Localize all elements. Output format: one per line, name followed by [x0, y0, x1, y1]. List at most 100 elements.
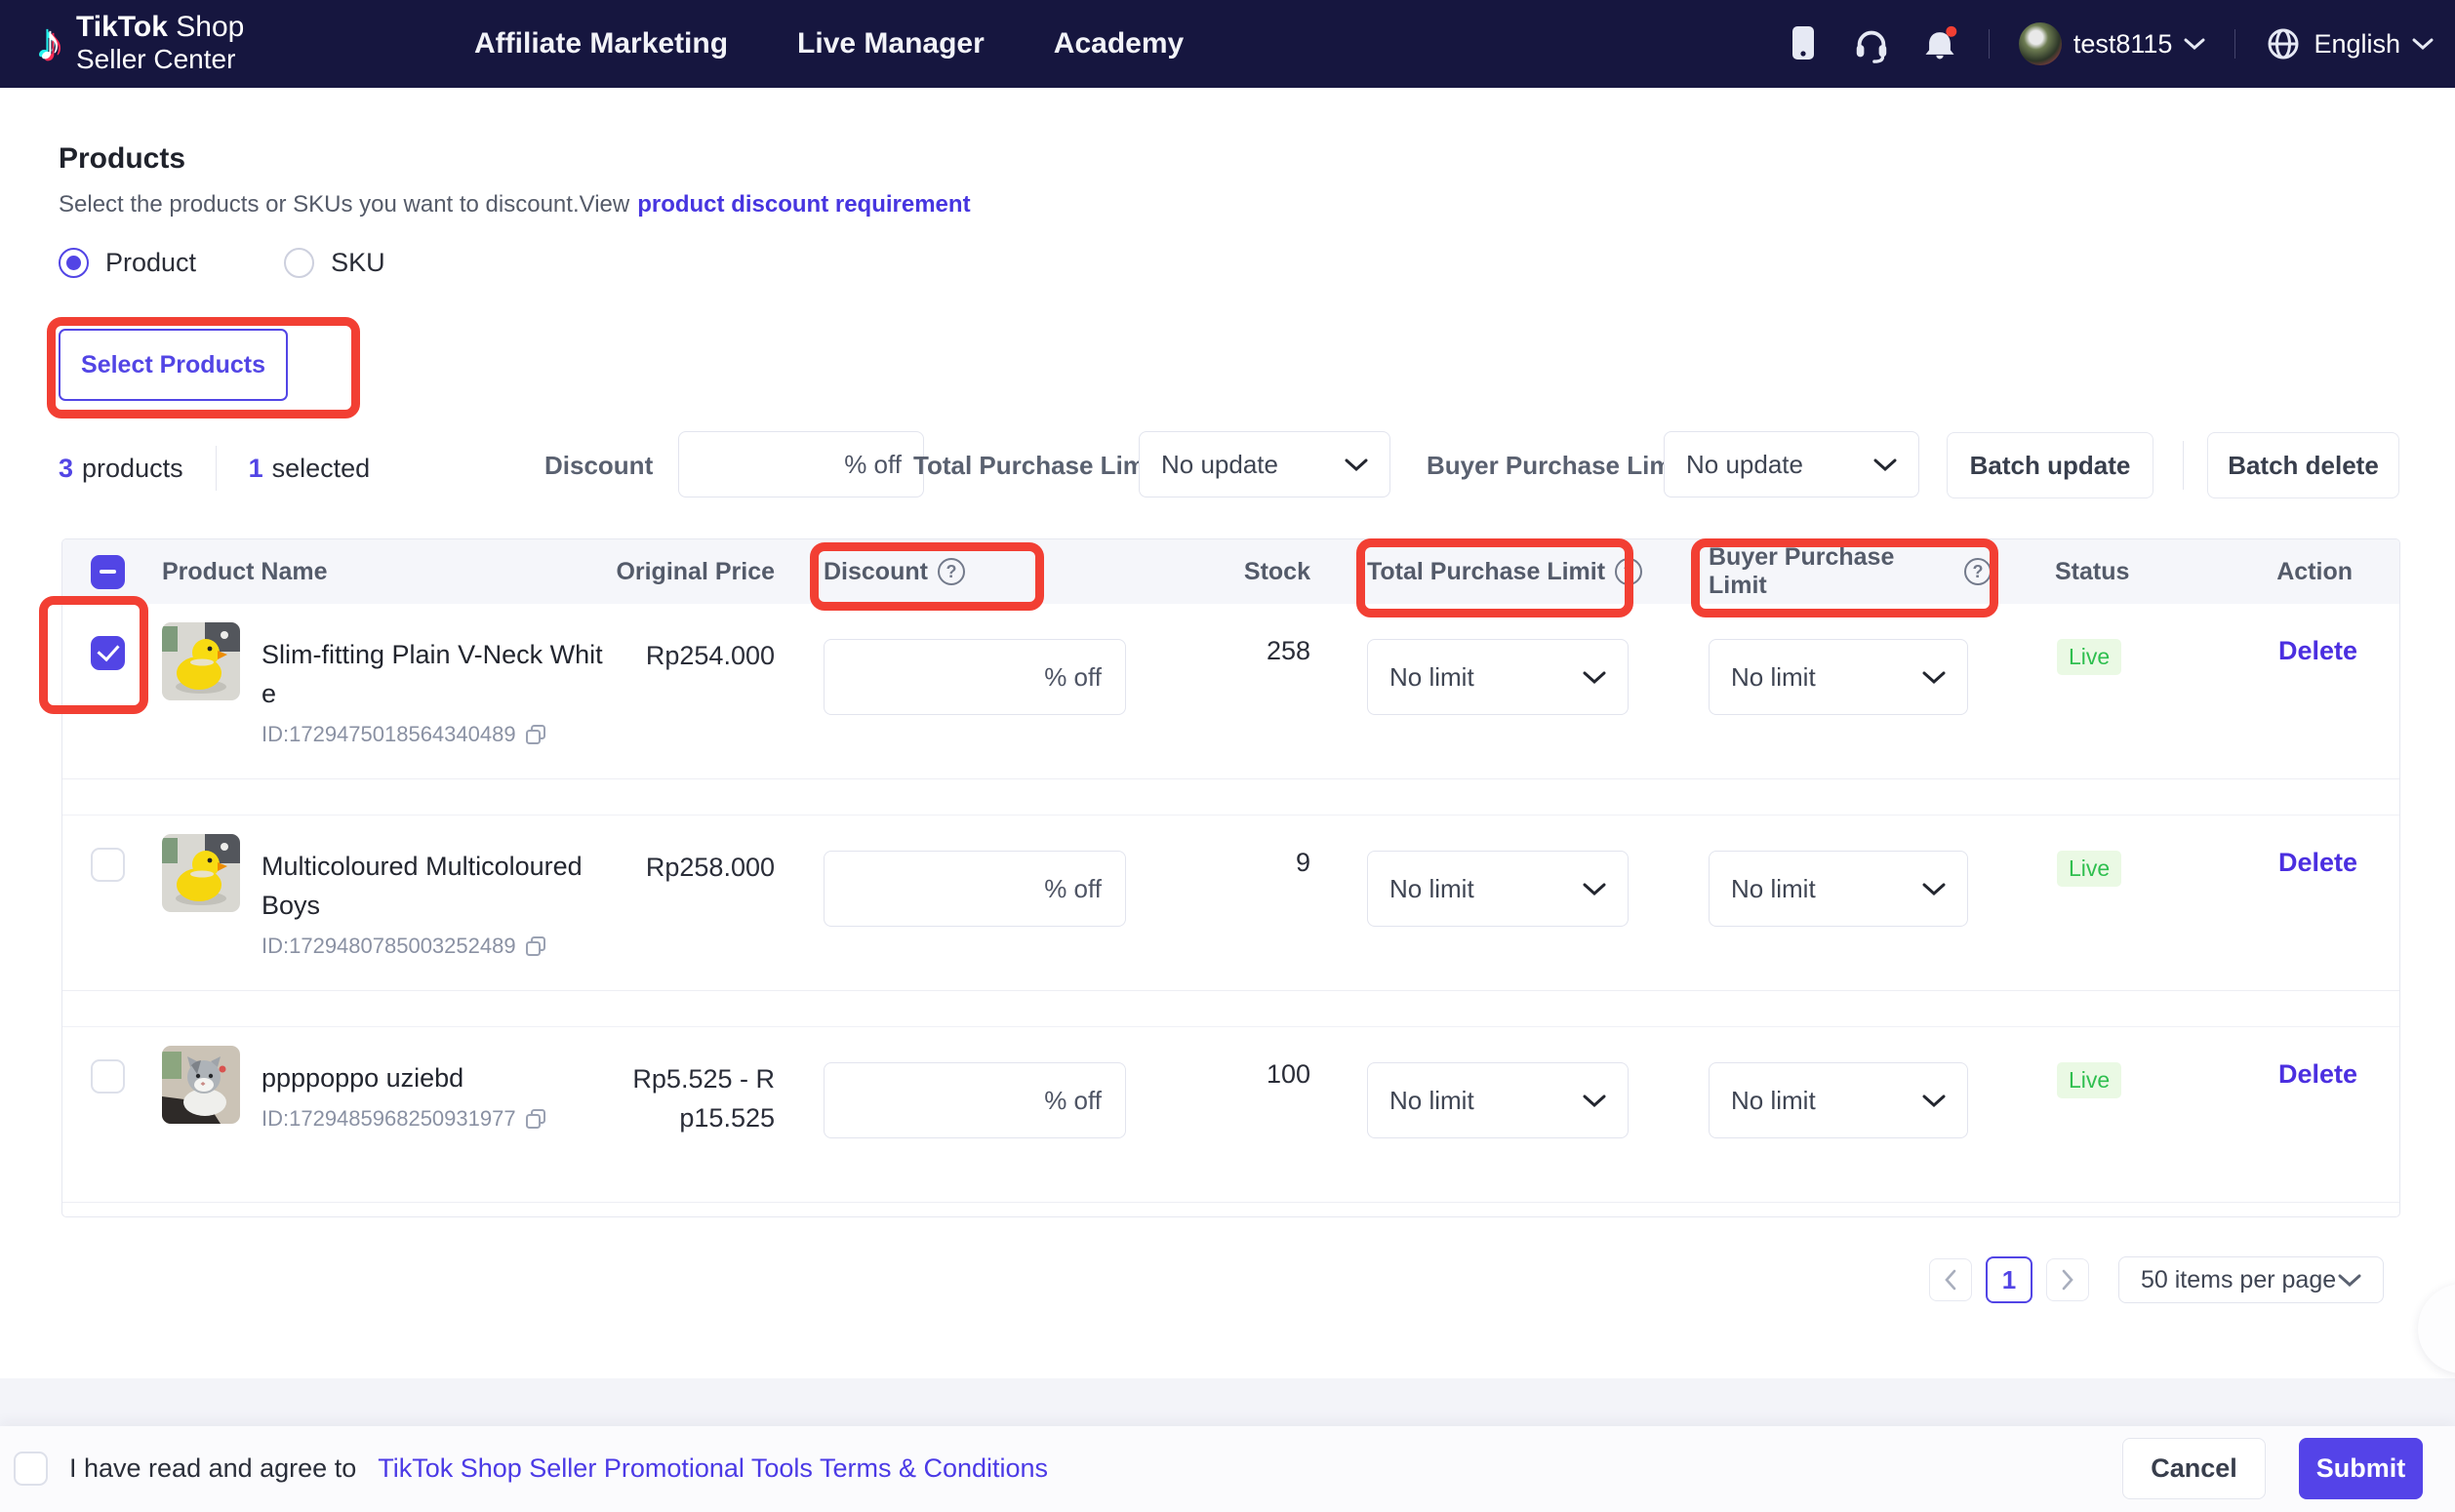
- header-total-purchase-limit-label: Total Purchase Limit: [1367, 558, 1605, 586]
- action-cell: Delete: [2177, 1046, 2400, 1090]
- action-cell: Delete: [2177, 834, 2400, 878]
- copy-icon[interactable]: [524, 723, 547, 746]
- user-menu[interactable]: test8115: [2019, 22, 2206, 65]
- action-cell: Delete: [2177, 622, 2400, 666]
- total-purchase-limit-cell: No limit: [1318, 622, 1650, 715]
- total-purchase-limit-help-icon[interactable]: ?: [1615, 558, 1642, 585]
- brand-title-rest: Shop: [176, 11, 244, 43]
- nav-link-live-manager[interactable]: Live Manager: [797, 27, 985, 60]
- header-stock: Stock: [1147, 558, 1318, 586]
- batch-update-button[interactable]: Batch update: [1947, 432, 2153, 498]
- original-price: Rp254.000: [606, 622, 782, 675]
- product-name[interactable]: Multicoloured Multicoloured Boys: [262, 852, 583, 920]
- stock-value: 258: [1147, 622, 1318, 666]
- tiktok-logo-icon: ♪: [37, 11, 62, 75]
- product-image: [162, 622, 240, 700]
- select-products-button[interactable]: Select Products: [59, 329, 288, 401]
- pagination-page-1[interactable]: 1: [1986, 1256, 2032, 1303]
- status-cell: Live: [1992, 622, 2177, 675]
- product-discount-requirement-link[interactable]: product discount requirement: [637, 191, 970, 218]
- radio-sku[interactable]: SKU: [284, 248, 385, 278]
- discount-cell: [782, 834, 1147, 927]
- stock-value: 9: [1147, 834, 1318, 878]
- items-per-page-value: 50 items per page: [2141, 1266, 2336, 1294]
- header-original-price: Original Price: [606, 558, 782, 586]
- pagination-prev-button[interactable]: [1929, 1258, 1972, 1301]
- cancel-button[interactable]: Cancel: [2122, 1438, 2266, 1499]
- delete-link[interactable]: Delete: [2278, 848, 2357, 877]
- support-headset-icon[interactable]: [1852, 24, 1891, 63]
- notifications-bell-icon[interactable]: [1920, 24, 1959, 63]
- buyer-purchase-limit-help-icon[interactable]: ?: [1964, 558, 1992, 585]
- row-checkbox[interactable]: [91, 636, 125, 670]
- nav-link-affiliate-marketing[interactable]: Affiliate Marketing: [474, 27, 728, 60]
- table-row: ppppoppo uziebd ID:1729485968250931977 R…: [62, 1027, 2399, 1203]
- items-per-page-select[interactable]: 50 items per page: [2118, 1256, 2384, 1303]
- radio-sku-circle[interactable]: [284, 248, 314, 278]
- footer-bar: I have read and agree to TikTok Shop Sel…: [0, 1426, 2455, 1512]
- delete-link[interactable]: Delete: [2278, 636, 2357, 665]
- product-id: ID:1729485968250931977: [262, 1106, 605, 1132]
- discount-cell: [782, 1046, 1147, 1138]
- brand-logo[interactable]: ♪ TikTok Shop Seller Center: [37, 11, 244, 75]
- discount-input[interactable]: [824, 851, 1126, 927]
- copy-icon[interactable]: [524, 1107, 547, 1131]
- header-status: Status: [1992, 558, 2177, 586]
- discount-input[interactable]: [824, 1062, 1126, 1138]
- copy-icon[interactable]: [524, 935, 547, 958]
- buyer-purchase-limit-select[interactable]: No limit: [1709, 851, 1968, 927]
- product-info: Slim-fitting Plain V-Neck White ID:17294…: [262, 622, 605, 747]
- submit-button[interactable]: Submit: [2299, 1438, 2423, 1499]
- row-spacer: [62, 991, 2399, 1027]
- row-spacer: [62, 779, 2399, 816]
- status-cell: Live: [1992, 834, 2177, 887]
- pagination-next-button[interactable]: [2046, 1258, 2089, 1301]
- product-name[interactable]: Slim-fitting Plain V-Neck White: [262, 640, 603, 708]
- original-price: Rp5.525 - Rp15.525: [606, 1046, 782, 1137]
- mobile-app-icon[interactable]: [1784, 24, 1823, 63]
- row-checkbox[interactable]: [91, 848, 125, 882]
- chevron-down-icon: [1583, 670, 1606, 685]
- buyer-purchase-limit-select[interactable]: No limit: [1709, 1062, 1968, 1138]
- language-selector[interactable]: English: [2265, 25, 2434, 62]
- product-image: [162, 1046, 240, 1124]
- selected-count: 1: [249, 454, 263, 484]
- terms-and-conditions-link[interactable]: TikTok Shop Seller Promotional Tools Ter…: [378, 1453, 1048, 1484]
- chevron-down-icon: [1583, 882, 1606, 896]
- chevron-down-icon: [2338, 1273, 2361, 1288]
- stock-value: 100: [1147, 1046, 1318, 1090]
- product-id: ID:1729475018564340489: [262, 722, 605, 747]
- header-buyer-purchase-limit: Buyer Purchase Limit ?: [1650, 543, 1992, 600]
- brand-title-bold: TikTok: [76, 11, 168, 43]
- nav-divider: [1989, 29, 1990, 59]
- product-cell: Slim-fitting Plain V-Neck White ID:17294…: [162, 622, 606, 747]
- total-purchase-limit-select[interactable]: No limit: [1367, 851, 1629, 927]
- buyer-purchase-limit-cell: No limit: [1650, 834, 1992, 927]
- batch-delete-button[interactable]: Batch delete: [2207, 432, 2399, 498]
- total-purchase-limit-select[interactable]: No limit: [1367, 639, 1629, 715]
- row-checkbox[interactable]: [91, 1059, 125, 1094]
- select-all-checkbox[interactable]: [91, 555, 125, 589]
- discount-input[interactable]: [824, 639, 1126, 715]
- product-name[interactable]: ppppoppo uziebd: [262, 1063, 463, 1093]
- batch-buyer-purchase-limit-select[interactable]: No update: [1664, 431, 1919, 497]
- header-discount: Discount ?: [782, 558, 1147, 586]
- terms-agreement: I have read and agree to TikTok Shop Sel…: [14, 1452, 1048, 1486]
- product-id: ID:1729480785003252489: [262, 934, 605, 959]
- products-count: 3: [59, 454, 73, 484]
- buyer-purchase-limit-select[interactable]: No limit: [1709, 639, 1968, 715]
- selection-counts: 3 products 1 selected: [59, 446, 370, 491]
- brand-text: TikTok Shop Seller Center: [76, 11, 244, 75]
- radio-product[interactable]: Product: [59, 248, 196, 278]
- radio-product-circle[interactable]: [59, 248, 89, 278]
- batch-total-purchase-limit-select[interactable]: No update: [1139, 431, 1390, 497]
- batch-total-purchase-limit-label: Total Purchase Limit: [913, 451, 1161, 481]
- batch-buyer-purchase-limit-label: Buyer Purchase Limit: [1427, 451, 1687, 481]
- discount-help-icon[interactable]: ?: [938, 558, 965, 585]
- total-purchase-limit-select[interactable]: No limit: [1367, 1062, 1629, 1138]
- nav-link-academy[interactable]: Academy: [1054, 27, 1184, 60]
- terms-checkbox[interactable]: [14, 1452, 48, 1486]
- delete-link[interactable]: Delete: [2278, 1059, 2357, 1089]
- status-cell: Live: [1992, 1046, 2177, 1098]
- batch-discount-input[interactable]: [678, 431, 924, 497]
